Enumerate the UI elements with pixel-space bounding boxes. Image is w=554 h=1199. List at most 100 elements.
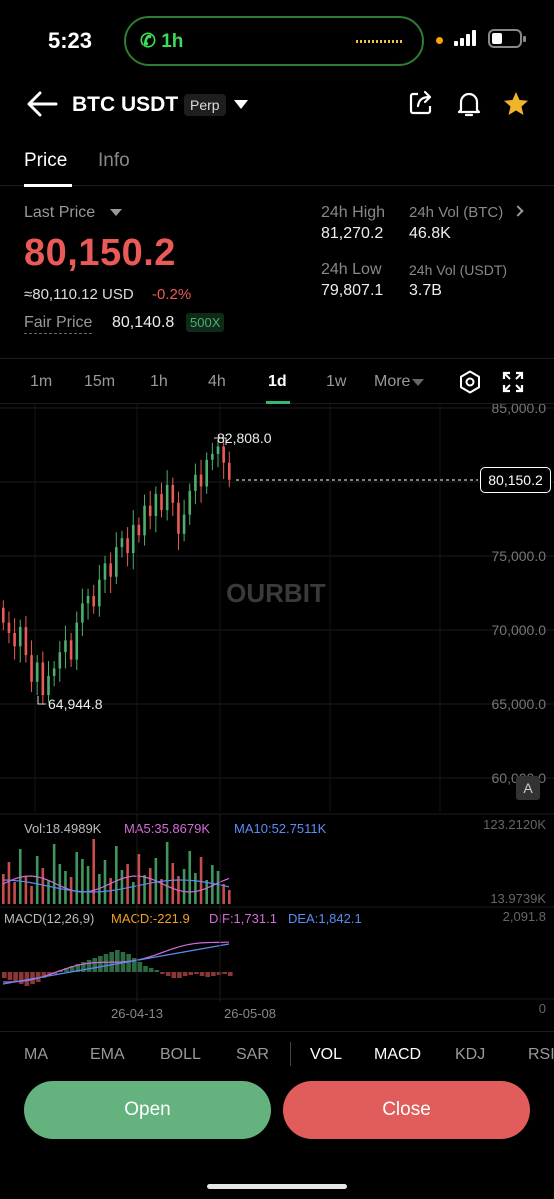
candle-body	[7, 622, 11, 633]
candlestick-chart[interactable]: OURBIT 85,000.0 75,000.0 70,000.0 65,000.0 6…	[0, 404, 554, 1030]
macd-bar	[148, 968, 154, 972]
favorite-star-icon[interactable]	[502, 90, 530, 118]
candle-body	[216, 446, 220, 454]
macd-bar	[188, 972, 194, 975]
volume-bar	[126, 864, 129, 904]
tf-more[interactable]: More	[374, 373, 410, 391]
low-value: 79,807.1	[321, 282, 384, 299]
indicator-boll[interactable]: BOLL	[160, 1046, 201, 1064]
volume-bar	[52, 844, 56, 904]
low-marker: 64,944.8	[37, 696, 103, 712]
fullscreen-icon[interactable]	[501, 370, 525, 394]
macd-bar	[126, 954, 131, 972]
close-button[interactable]: Close	[283, 1081, 530, 1139]
indicator-sar[interactable]: SAR	[236, 1046, 269, 1064]
macd-bar	[115, 950, 120, 972]
tab-price[interactable]: Price	[24, 150, 67, 172]
candle-body	[98, 579, 101, 607]
tf-1m[interactable]: 1m	[30, 373, 52, 391]
fair-price-value: 80,140.8	[112, 314, 175, 331]
candle-body	[69, 640, 73, 660]
candle-body	[199, 474, 203, 487]
indicator-ema[interactable]: EMA	[90, 1046, 125, 1064]
chart-settings-icon[interactable]	[458, 370, 482, 394]
back-arrow-icon[interactable]	[26, 90, 58, 118]
indicator-ma[interactable]: MA	[24, 1046, 48, 1064]
x-label-1: 26-05-08	[224, 1006, 276, 1021]
macd-bar	[92, 958, 97, 972]
dynamic-island[interactable]: ✆ 1h	[124, 16, 424, 66]
price-chart[interactable]: OURBIT 85,000.0 75,000.0 70,000.0 65,000.0 6…	[0, 404, 554, 1030]
vol-usdt-value: 3.7B	[409, 282, 442, 299]
volume-bar	[199, 857, 203, 904]
macd-bar	[160, 972, 165, 974]
vol-usdt-label: 24h Vol (USDT)	[409, 262, 508, 278]
macd-bar	[182, 972, 188, 976]
pair-dropdown-icon[interactable]	[234, 100, 248, 109]
volume-bar	[228, 890, 231, 904]
candle-body	[222, 446, 225, 463]
candle-body	[115, 547, 118, 577]
macd-bar	[7, 972, 13, 980]
volume-bar	[222, 884, 225, 904]
macd-dif-label: DIF:1,731.1	[209, 911, 277, 926]
volume-bar	[131, 882, 135, 904]
volume-bar	[103, 860, 107, 904]
share-icon[interactable]	[408, 90, 434, 116]
candle-body	[86, 595, 90, 604]
tab-info[interactable]: Info	[98, 150, 130, 172]
candle-body	[103, 563, 107, 580]
status-time: 5:23	[48, 28, 93, 53]
volume-bar	[148, 868, 152, 904]
macd-dea-label: DEA:1,842.1	[288, 911, 362, 926]
macd-bar	[222, 972, 227, 974]
last-price: 80,150.2	[24, 232, 176, 274]
macd-bar	[154, 970, 160, 972]
candle-body	[131, 524, 135, 554]
y-axis-label: 65,000.0	[492, 696, 547, 712]
candle-body	[126, 538, 129, 554]
last-price-label[interactable]: Last Price	[24, 204, 95, 222]
vol-ma10-label: MA10:52.7511K	[234, 821, 327, 836]
tf-15m[interactable]: 15m	[84, 373, 115, 391]
volume-bars	[2, 839, 231, 904]
vol-btc-label[interactable]: 24h Vol (BTC)	[409, 204, 503, 221]
macd-histogram	[2, 950, 233, 986]
indicator-vol[interactable]: VOL	[310, 1046, 342, 1064]
open-button[interactable]: Open	[24, 1081, 271, 1139]
high-marker-label: 82,808.0	[217, 430, 272, 446]
candle-body	[30, 655, 33, 682]
tf-1d[interactable]: 1d	[268, 373, 287, 391]
indicator-macd[interactable]: MACD	[374, 1046, 421, 1064]
volume-bar	[30, 886, 33, 904]
volume-bar	[137, 854, 141, 904]
y-axis-label: 85,000.0	[492, 404, 547, 416]
tf-4h[interactable]: 4h	[208, 373, 226, 391]
candle-body	[182, 514, 186, 534]
volume-bar	[13, 882, 16, 904]
signal-icon	[454, 30, 480, 46]
candle-body	[92, 595, 95, 607]
indicator-bar: MA EMA BOLL SAR VOL MACD KDJ RSI	[0, 1031, 554, 1077]
tf-1w[interactable]: 1w	[326, 373, 346, 391]
candle-body	[13, 632, 16, 647]
indicator-kdj[interactable]: KDJ	[455, 1046, 485, 1064]
last-price-dropdown-icon[interactable]	[110, 209, 122, 216]
macd-value-label: MACD:-221.9	[111, 911, 190, 926]
auto-scale-button[interactable]: A	[516, 776, 540, 800]
pair-title[interactable]: BTC USDT	[72, 93, 178, 117]
indicator-rsi[interactable]: RSI	[528, 1046, 554, 1064]
more-dropdown-icon[interactable]	[412, 379, 424, 386]
tf-1h[interactable]: 1h	[150, 373, 168, 391]
fair-price-label[interactable]: Fair Price	[24, 314, 93, 334]
bell-icon[interactable]	[456, 90, 482, 118]
macd-bar	[228, 972, 233, 976]
chevron-right-icon[interactable]	[512, 205, 524, 217]
macd-axis-min: 0	[539, 1001, 546, 1016]
vol-label: Vol:18.4989K	[24, 821, 102, 836]
volume-bar	[115, 846, 118, 904]
candle-body	[228, 462, 231, 480]
candle-body	[160, 493, 163, 511]
low-marker-label: 64,944.8	[48, 696, 103, 712]
volume-bar	[92, 839, 95, 904]
